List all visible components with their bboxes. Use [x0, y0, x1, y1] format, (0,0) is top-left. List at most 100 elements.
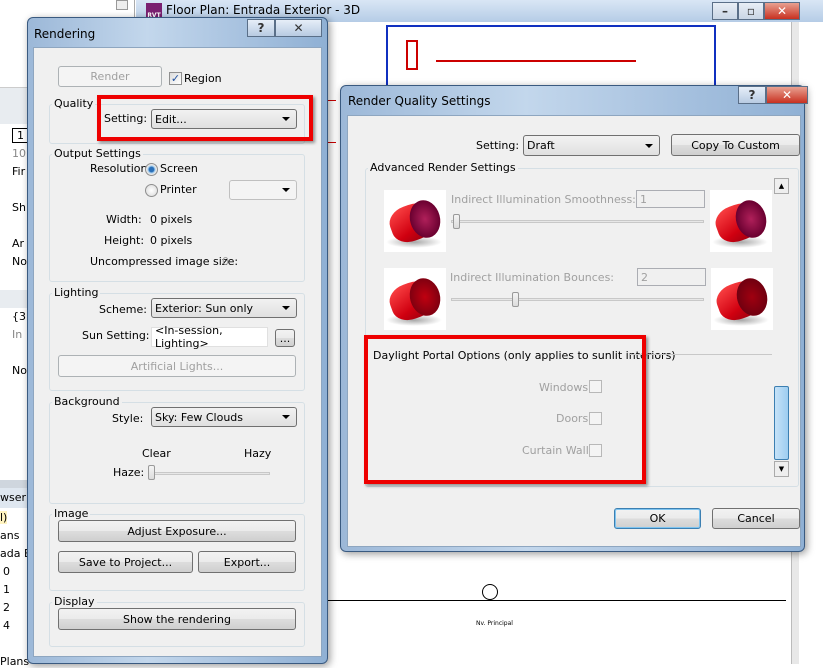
group-label: Image [52, 507, 91, 520]
select-value: Exterior: Sun only [155, 301, 254, 315]
printer-dpi-select[interactable] [229, 180, 297, 200]
help-button[interactable]: ? [247, 19, 275, 37]
smoothness-high-preview [710, 190, 772, 252]
adjust-exposure-button[interactable]: Adjust Exposure... [58, 520, 296, 542]
screen-radio[interactable] [145, 163, 158, 176]
panel-close-button[interactable] [116, 0, 128, 10]
browser-item[interactable]: 4 [3, 619, 10, 632]
scheme-label: Scheme: [99, 303, 147, 316]
button-label: Save to Project... [78, 555, 173, 569]
minimize-button[interactable]: – [712, 2, 738, 20]
haze-slider-thumb[interactable] [148, 465, 155, 480]
smoothness-slider-track[interactable] [451, 220, 704, 223]
height-label: Height: [104, 234, 145, 247]
scroll-down-button[interactable]: ▼ [774, 461, 789, 477]
setting-label: Setting: [476, 139, 520, 152]
smoothness-label: Indirect Illumination Smoothness: [451, 193, 636, 206]
bounces-low-preview [384, 268, 446, 330]
sun-setting-field[interactable]: <In-session, Lighting> [151, 324, 268, 350]
dialog-title: Render Quality Settings [348, 94, 491, 108]
button-label: Show the rendering [122, 612, 232, 626]
property-value[interactable]: In [12, 328, 22, 341]
bounces-field[interactable]: 2 [637, 268, 706, 286]
quality-setting-select[interactable]: Draft [523, 135, 660, 156]
field-value: <In-session, Lighting> [155, 324, 223, 350]
haze-slider-track[interactable] [150, 472, 270, 475]
style-label: Style: [112, 412, 144, 425]
lighting-scheme-select[interactable]: Exterior: Sun only [151, 298, 297, 318]
ok-button[interactable]: OK [614, 508, 701, 529]
bounces-slider-track[interactable] [451, 298, 704, 301]
smoothness-field[interactable]: 1 [636, 190, 705, 208]
render-button[interactable]: Render [58, 66, 162, 87]
screen-label: Screen [160, 162, 198, 175]
image-size-label: Uncompressed image size: [90, 255, 239, 268]
level-label: Nv. Principal [476, 620, 513, 627]
close-view-button[interactable]: ✕ [764, 2, 800, 20]
property-value[interactable]: Ar [12, 237, 24, 250]
button-label: Export... [223, 555, 271, 569]
resolution-label: Resolution: [90, 162, 152, 175]
property-value[interactable]: 10 [12, 147, 26, 160]
copy-to-custom-button[interactable]: Copy To Custom [671, 134, 800, 156]
button-label: ... [279, 331, 291, 345]
settings-scrollbar[interactable]: ▲ ▼ [774, 178, 790, 478]
width-value: 0 pixels [150, 213, 193, 226]
bounces-slider-thumb[interactable] [512, 292, 519, 307]
smoothness-low-preview [384, 190, 446, 252]
button-label: OK [649, 512, 666, 525]
restore-button[interactable]: ▫ [738, 2, 764, 20]
height-value: 0 pixels [150, 234, 193, 247]
image-size-value: 0 [222, 255, 229, 268]
sun-setting-label: Sun Setting: [82, 329, 150, 342]
field-value: 2 [641, 270, 648, 284]
bounces-high-preview [711, 268, 773, 330]
background-style-select[interactable]: Sky: Few Clouds [151, 407, 297, 427]
property-value[interactable]: No [12, 364, 27, 377]
bounces-label: Indirect Illumination Bounces: [450, 271, 615, 284]
button-label: Adjust Exposure... [127, 524, 227, 538]
property-value[interactable]: Sh [12, 201, 26, 214]
group-label: Quality [52, 97, 96, 110]
render-label: Render [90, 70, 130, 83]
printer-label: Printer [160, 183, 197, 196]
save-to-project-button[interactable]: Save to Project... [58, 551, 193, 573]
browser-item[interactable]: Plans [0, 655, 29, 668]
browser-item[interactable]: 1 [3, 583, 10, 596]
property-value[interactable]: No [12, 255, 27, 268]
button-label: Artificial Lights... [130, 359, 224, 373]
scroll-up-button[interactable]: ▲ [774, 178, 789, 194]
property-value[interactable]: Fir [12, 165, 25, 178]
printer-radio[interactable] [145, 184, 158, 197]
width-label: Width: [106, 213, 142, 226]
dialog-title: Rendering [34, 27, 96, 41]
browser-item[interactable]: l) [0, 511, 8, 524]
cancel-button[interactable]: Cancel [712, 508, 800, 529]
close-button[interactable]: ✕ [275, 19, 322, 37]
view-title: Floor Plan: Entrada Exterior - 3D [166, 3, 361, 17]
hazy-label: Hazy [244, 447, 272, 460]
select-value: Draft [527, 139, 555, 152]
export-button[interactable]: Export... [198, 551, 296, 573]
help-button[interactable]: ? [738, 86, 766, 104]
browser-item[interactable]: ans [0, 529, 19, 542]
group-label: Background [52, 395, 122, 408]
project-browser-title: wser [0, 491, 27, 504]
browser-item[interactable]: 0 [3, 565, 10, 578]
group-label: Output Settings [52, 147, 143, 160]
region-label: Region [184, 72, 222, 85]
region-checkbox[interactable]: ✓ [169, 72, 182, 85]
browser-item[interactable]: 2 [3, 601, 10, 614]
sun-setting-browse-button[interactable]: ... [275, 329, 295, 347]
close-button[interactable]: ✕ [766, 86, 808, 104]
scroll-thumb[interactable] [774, 386, 789, 460]
button-label: Copy To Custom [691, 138, 780, 152]
group-label: Lighting [52, 286, 101, 299]
level-marker-icon [482, 584, 498, 600]
smoothness-slider-thumb[interactable] [453, 214, 460, 229]
haze-label: Haze: [113, 466, 145, 479]
group-label: Advanced Render Settings [368, 161, 518, 174]
artificial-lights-button[interactable]: Artificial Lights... [58, 355, 296, 377]
show-rendering-button[interactable]: Show the rendering [58, 608, 296, 630]
button-label: Cancel [737, 512, 775, 525]
